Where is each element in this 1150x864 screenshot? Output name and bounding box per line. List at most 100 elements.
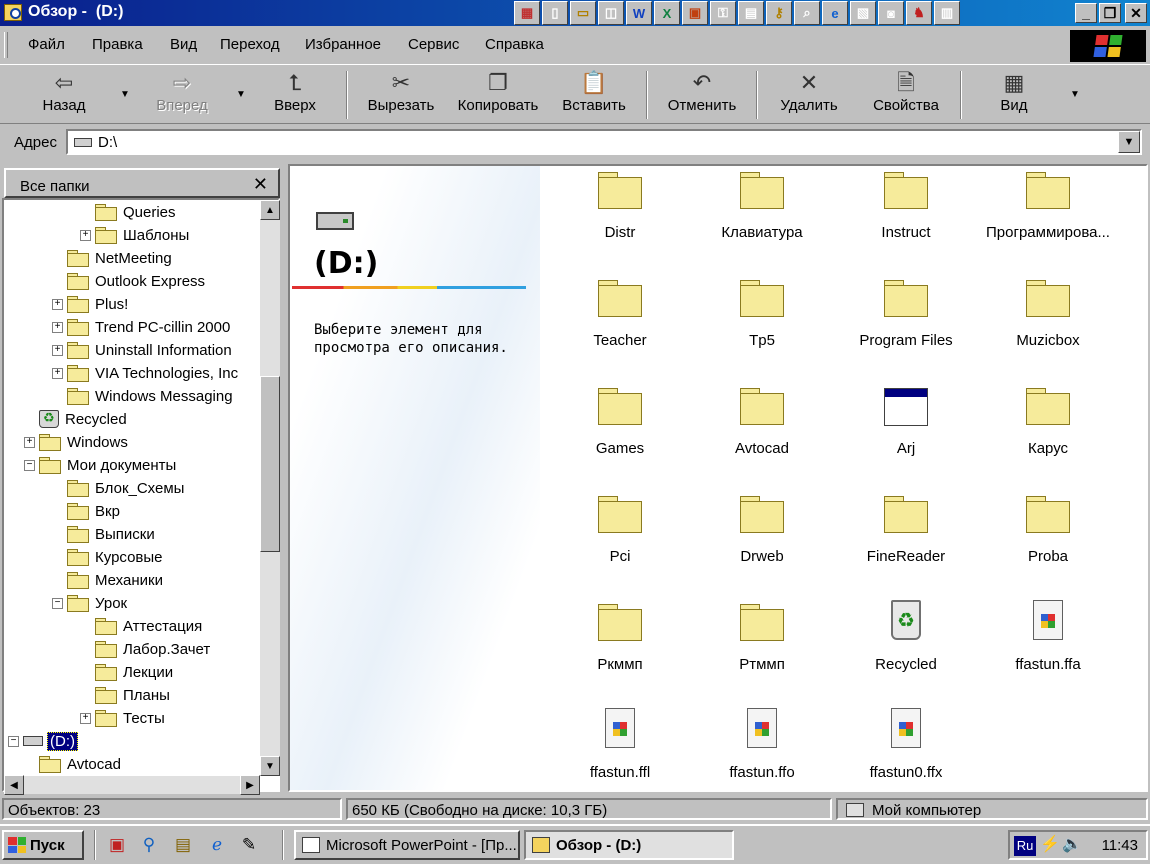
up-button[interactable]: ⮤ Вверх: [260, 69, 330, 121]
tree-item[interactable]: + Uninstall Information: [52, 339, 234, 361]
file-item[interactable]: Карус: [978, 382, 1118, 482]
task-explorer[interactable]: Обзор - (D:): [524, 830, 734, 860]
excel-icon[interactable]: X: [654, 1, 680, 25]
properties-button[interactable]: 🗎 Свойства: [866, 69, 946, 121]
file-item[interactable]: Tp5: [692, 274, 832, 374]
expand-icon[interactable]: +: [80, 712, 91, 724]
forward-button[interactable]: ⇨ Вперед: [142, 69, 222, 121]
outlook-icon[interactable]: ✎: [238, 834, 260, 856]
back-dropdown[interactable]: ▼: [112, 69, 130, 121]
cut-button[interactable]: ✂ Вырезать: [362, 69, 440, 121]
restore-button[interactable]: ❐: [1099, 3, 1121, 23]
file-item[interactable]: Ртммп: [692, 598, 832, 698]
menu-edit[interactable]: Правка: [92, 36, 143, 53]
address-dropdown-button[interactable]: ▼: [1118, 131, 1140, 153]
tree-item[interactable]: + Trend PC-cillin 2000: [52, 316, 232, 338]
scroll-down-button[interactable]: ▼: [260, 756, 280, 776]
internet-explorer-icon[interactable]: ℯ: [206, 834, 228, 856]
file-item[interactable]: Program Files: [836, 274, 976, 374]
word-icon[interactable]: W: [626, 1, 652, 25]
speaker-icon[interactable]: 🔈: [1062, 834, 1082, 854]
file-item[interactable]: Recycled: [836, 598, 976, 698]
menu-grip[interactable]: [4, 32, 8, 58]
file-item[interactable]: Avtocad: [692, 382, 832, 482]
tree-item[interactable]: + Шаблоны: [80, 224, 191, 246]
tree-item[interactable]: − Урок: [52, 592, 129, 614]
office-shortcut-icon[interactable]: ◫: [598, 1, 624, 25]
explorer-window-icon[interactable]: [4, 4, 22, 21]
network-icon[interactable]: ⚡: [1040, 834, 1060, 854]
tree-item[interactable]: NetMeeting: [52, 247, 174, 269]
channels-icon[interactable]: ⚲: [138, 834, 160, 856]
internet-explorer-icon[interactable]: e: [822, 1, 848, 25]
collapse-icon[interactable]: −: [8, 735, 19, 747]
game-icon[interactable]: ♞: [906, 1, 932, 25]
file-item[interactable]: Drweb: [692, 490, 832, 590]
tree-item[interactable]: Выписки: [52, 523, 157, 545]
menu-help[interactable]: Справка: [485, 36, 544, 53]
minimize-button[interactable]: _: [1075, 3, 1097, 23]
scroll-right-button[interactable]: ▶: [240, 775, 260, 795]
image-viewer-icon[interactable]: ▧: [850, 1, 876, 25]
language-indicator[interactable]: Ru: [1014, 836, 1036, 856]
title-bar[interactable]: Обзор - (D:) ▦ ▯ ▭ ◫ W X ▣ ⚿ ▤ ⚷ ⌕ e ▧ ◙…: [0, 0, 1150, 26]
tree-horizontal-scrollbar[interactable]: ◀ ▶: [4, 775, 260, 795]
menu-favorites[interactable]: Избранное: [305, 36, 381, 53]
file-item[interactable]: ffastun.ffo: [692, 706, 832, 790]
explorer-icon[interactable]: ▤: [172, 834, 194, 856]
tree-item[interactable]: Курсовые: [52, 546, 165, 568]
file-item[interactable]: Games: [550, 382, 690, 482]
address-input[interactable]: D:\ ▼: [66, 129, 1142, 155]
expand-icon[interactable]: +: [24, 436, 35, 448]
tree-item[interactable]: Вкр: [52, 500, 122, 522]
office-grid-icon[interactable]: ▦: [514, 1, 540, 25]
tree-item[interactable]: Windows Messaging: [52, 385, 235, 407]
tree-item[interactable]: Блок_Схемы: [52, 477, 186, 499]
tree-item[interactable]: + VIA Technologies, Inc: [52, 362, 240, 384]
copy-button[interactable]: ❐ Копировать: [452, 69, 544, 121]
menu-tools[interactable]: Сервис: [408, 36, 459, 53]
close-button[interactable]: ✕: [1125, 3, 1147, 23]
file-item[interactable]: Teacher: [550, 274, 690, 374]
open-folder-icon[interactable]: ▭: [570, 1, 596, 25]
menu-go[interactable]: Переход: [220, 36, 280, 53]
file-item[interactable]: Программирова...: [978, 166, 1118, 266]
close-pane-icon[interactable]: ✕: [253, 174, 268, 195]
tree-item[interactable]: + Plus!: [52, 293, 130, 315]
task-powerpoint[interactable]: Microsoft PowerPoint - [Пр...: [294, 830, 520, 860]
powerpoint-icon[interactable]: ▣: [682, 1, 708, 25]
tree-item[interactable]: Avtocad: [24, 753, 123, 775]
paste-button[interactable]: 📋 Вставить: [558, 69, 630, 121]
start-button[interactable]: Пуск: [2, 830, 84, 860]
back-button[interactable]: ⇦ Назад: [28, 69, 100, 121]
tree-item[interactable]: + Windows: [24, 431, 130, 453]
tree-item[interactable]: Лекции: [80, 661, 175, 683]
view-dropdown[interactable]: ▼: [1062, 69, 1080, 121]
expand-icon[interactable]: +: [80, 229, 91, 241]
keys-icon[interactable]: ⚷: [766, 1, 792, 25]
tree-item[interactable]: Механики: [52, 569, 165, 591]
menu-view[interactable]: Вид: [170, 36, 197, 53]
file-item[interactable]: Ркммп: [550, 598, 690, 698]
file-item[interactable]: Клавиатура: [692, 166, 832, 266]
scroll-left-button[interactable]: ◀: [4, 775, 24, 795]
file-item[interactable]: Instruct: [836, 166, 976, 266]
file-item[interactable]: Distr: [550, 166, 690, 266]
find-icon[interactable]: ⌕: [794, 1, 820, 25]
file-item[interactable]: ffastun.ffl: [550, 706, 690, 790]
binder-icon[interactable]: ▤: [738, 1, 764, 25]
file-item[interactable]: ffastun.ffa: [978, 598, 1118, 698]
menu-file[interactable]: Файл: [28, 36, 65, 53]
disk-tool-icon[interactable]: ◙: [878, 1, 904, 25]
forward-dropdown[interactable]: ▼: [228, 69, 246, 121]
collapse-icon[interactable]: −: [24, 459, 35, 471]
office-icon[interactable]: ▣: [106, 834, 128, 856]
new-document-icon[interactable]: ▯: [542, 1, 568, 25]
calculator-icon[interactable]: ▥: [934, 1, 960, 25]
scroll-up-button[interactable]: ▲: [260, 200, 280, 220]
tree-vertical-scrollbar[interactable]: ▲ ▼: [260, 200, 280, 776]
undo-button[interactable]: ↶ Отменить: [662, 69, 742, 121]
tree-item[interactable]: − Мои документы: [24, 454, 178, 476]
file-item[interactable]: Muzicbox: [978, 274, 1118, 374]
expand-icon[interactable]: +: [52, 321, 63, 333]
